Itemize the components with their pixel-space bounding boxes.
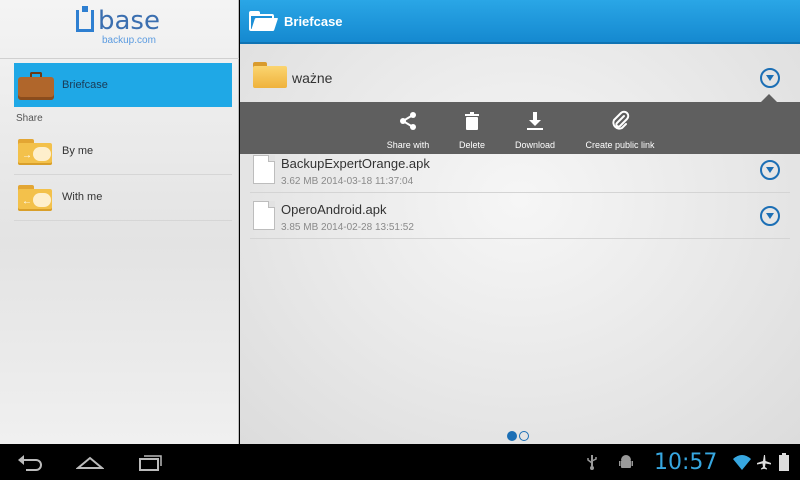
file-size: 3.85 MB: [281, 222, 319, 233]
file-size: 3.62 MB: [281, 176, 319, 187]
logo-word: base: [98, 6, 160, 36]
android-debug-icon: [619, 455, 633, 468]
file-name: OperoAndroid.apk: [281, 202, 387, 217]
file-date: 2014-03-18 11:37:04: [321, 176, 414, 187]
file-meta: 3.62 MB 2014-03-18 11:37:04: [281, 176, 413, 187]
sidebar-item-by-me[interactable]: → By me: [14, 129, 232, 173]
shared-folder-icon: ←: [18, 182, 54, 212]
back-icon[interactable]: [16, 452, 44, 472]
item-menu-button[interactable]: [760, 206, 780, 226]
file-icon: [253, 201, 275, 230]
page-dot[interactable]: [507, 431, 517, 441]
page-dot[interactable]: [519, 431, 529, 441]
file-meta: 3.85 MB 2014-02-28 13:51:52: [281, 222, 414, 233]
sidebar-item-label: With me: [62, 191, 103, 203]
file-row[interactable]: BackupExpertOrange.apk 3.62 MB 2014-03-1…: [250, 147, 790, 193]
logo-mark-icon: [76, 6, 94, 32]
paperclip-icon: [612, 110, 630, 130]
sidebar-item-briefcase[interactable]: Briefcase: [14, 63, 232, 107]
create-public-link-button[interactable]: Create public link: [580, 108, 660, 150]
app-logo: base backup.com: [74, 6, 174, 46]
folder-row[interactable]: ważne: [250, 46, 790, 102]
divider: [0, 58, 239, 59]
divider: [250, 238, 790, 239]
logo-sub: backup.com: [102, 35, 156, 46]
section-header-share: Share: [16, 113, 43, 124]
item-menu-button[interactable]: [760, 160, 780, 180]
airplane-mode-icon: [757, 455, 771, 470]
open-folder-icon: [249, 11, 279, 31]
sidebar-item-label: By me: [62, 145, 94, 157]
file-name: BackupExpertOrange.apk: [281, 156, 430, 171]
share-with-button[interactable]: Share with: [380, 108, 436, 150]
action-bar-pointer: [761, 94, 777, 102]
delete-button[interactable]: Delete: [452, 108, 492, 150]
sidebar: base backup.com Briefcase Share → By me …: [0, 0, 239, 444]
main-panel: Briefcase ważne Share with Delete Downlo…: [240, 0, 800, 444]
folder-name: ważne: [292, 70, 333, 86]
system-bar: 10:57: [0, 444, 800, 480]
sidebar-item-with-me[interactable]: ← With me: [14, 175, 232, 219]
top-bar: Briefcase: [240, 0, 800, 44]
page-title: Briefcase: [284, 14, 343, 29]
file-date: 2014-02-28 13:51:52: [321, 222, 414, 233]
file-row[interactable]: OperoAndroid.apk 3.85 MB 2014-02-28 13:5…: [250, 193, 790, 239]
divider: [14, 220, 232, 221]
trash-icon: [465, 112, 479, 130]
briefcase-icon: [18, 70, 54, 100]
download-icon: [527, 112, 543, 130]
shared-folder-icon: →: [18, 136, 54, 166]
usb-icon: [587, 455, 597, 470]
home-icon[interactable]: [76, 452, 104, 472]
download-button[interactable]: Download: [510, 108, 560, 150]
status-clock: 10:57: [654, 450, 718, 475]
wifi-icon: [733, 455, 751, 470]
battery-icon: [779, 453, 789, 471]
sidebar-item-label: Briefcase: [62, 79, 108, 91]
share-icon: [400, 112, 416, 130]
file-icon: [253, 155, 275, 184]
item-menu-button[interactable]: [760, 68, 780, 88]
folder-icon: [253, 62, 287, 88]
recent-apps-icon[interactable]: [136, 452, 164, 472]
